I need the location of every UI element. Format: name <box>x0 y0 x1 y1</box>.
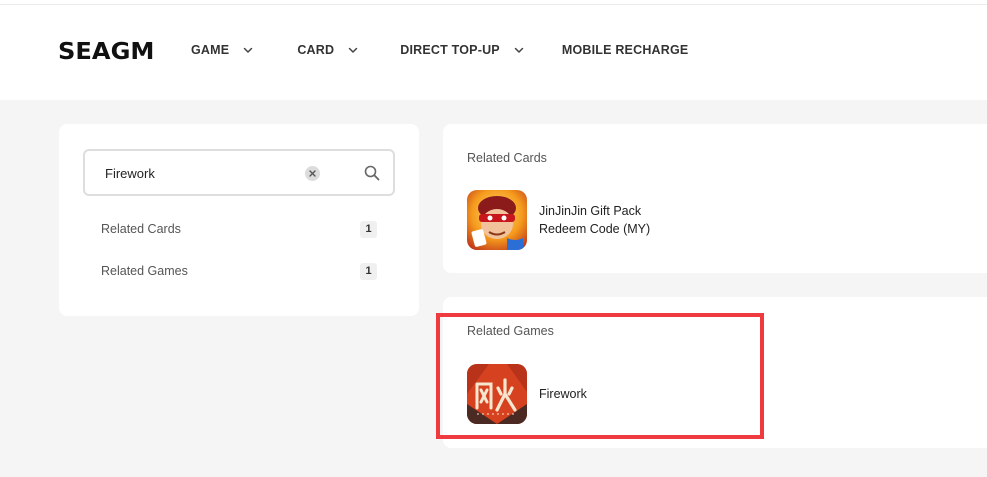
chevron-down-icon <box>348 47 358 53</box>
filter-label: Related Games <box>101 264 188 278</box>
nav-card[interactable]: CARD <box>297 43 358 57</box>
chevron-down-icon <box>244 47 253 53</box>
nav-mobile-recharge-label: MOBILE RECHARGE <box>561 43 689 57</box>
filter-related-cards[interactable]: Related Cards 1 <box>101 219 377 239</box>
related-games-panel: Related Games Firework <box>443 297 987 448</box>
count-badge: 1 <box>360 220 377 238</box>
close-icon <box>309 170 316 177</box>
related-cards-panel: Related Cards JinJinJin Gift Pack Redeem… <box>443 124 987 273</box>
nav-direct-top-up-label: DIRECT TOP-UP <box>400 43 500 57</box>
filter-related-games[interactable]: Related Games 1 <box>101 261 377 281</box>
nav-game-label: GAME <box>191 43 230 57</box>
nav-mobile-recharge[interactable]: MOBILE RECHARGE <box>562 43 689 57</box>
seagm-logo[interactable]: SEAGM <box>58 39 154 65</box>
search-icon <box>364 165 380 181</box>
chevron-down-icon <box>514 47 524 53</box>
game-result-item[interactable]: Firework <box>467 364 679 424</box>
section-title: Related Cards <box>467 151 547 165</box>
main-nav: GAME CARD DIRECT TOP-UP MOBILE RECHARGE <box>191 43 688 57</box>
search-input[interactable] <box>105 162 295 184</box>
jinjinjin-thumbnail <box>467 190 527 250</box>
nav-game[interactable]: GAME <box>191 43 253 57</box>
filter-label: Related Cards <box>101 222 181 236</box>
site-header: SEAGM GAME CARD DIRECT TOP-UP MOBILE REC… <box>0 5 987 100</box>
clear-search-button[interactable] <box>305 166 320 181</box>
card-result-name: JinJinJin Gift Pack Redeem Code (MY) <box>539 204 651 236</box>
count-badge: 1 <box>360 262 377 280</box>
card-result-item[interactable]: JinJinJin Gift Pack Redeem Code (MY) <box>467 190 679 250</box>
search-button[interactable] <box>363 164 381 182</box>
firework-thumbnail <box>467 364 527 424</box>
nav-card-label: CARD <box>297 43 335 57</box>
search-box <box>83 149 395 196</box>
search-filter-panel: Related Cards 1 Related Games 1 <box>59 124 419 316</box>
game-result-name: Firework <box>539 387 587 401</box>
section-title: Related Games <box>467 324 554 338</box>
nav-direct-top-up[interactable]: DIRECT TOP-UP <box>400 43 524 57</box>
